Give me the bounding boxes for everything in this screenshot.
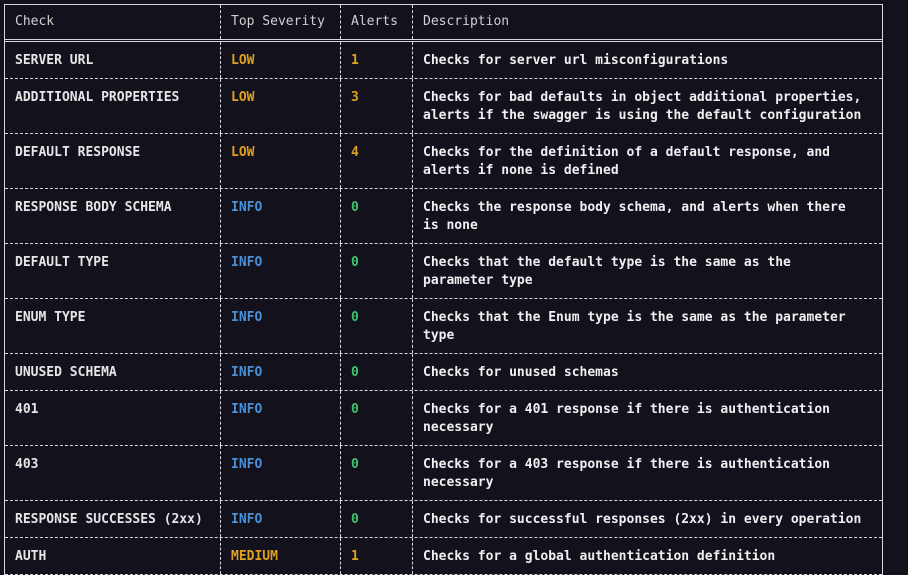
description-cell: Checks the response body schema, and ale… — [412, 189, 882, 243]
severity-cell: INFO — [220, 446, 340, 500]
severity-cell: INFO — [220, 189, 340, 243]
description-cell: Checks for unused schemas — [412, 354, 882, 390]
check-cell: ENUM TYPE — [15, 310, 86, 325]
table-row: UNUSED SCHEMA INFO 0 Checks for unused sche… — [5, 354, 882, 391]
alerts-cell: 1 — [340, 538, 412, 574]
alerts-cell: 1 — [340, 42, 412, 78]
table-row: SERVER URL LOW 1 Checks for server url misc… — [5, 42, 882, 79]
check-cell: AUTH — [15, 549, 47, 564]
check-cell: UNUSED SCHEMA — [15, 365, 117, 380]
description-cell: Checks for a 401 response if there is au… — [412, 391, 882, 445]
alerts-cell: 0 — [340, 189, 412, 243]
description-cell: Checks that the default type is the same… — [412, 244, 882, 298]
alerts-cell: 0 — [340, 391, 412, 445]
table-row: ENUM TYPE INFO 0 Checks that the Enum type … — [5, 299, 882, 354]
alerts-cell: 3 — [340, 79, 412, 133]
severity-cell: INFO — [220, 501, 340, 537]
alerts-cell: 0 — [340, 354, 412, 390]
table-row: ADDITIONAL PROPERTIES LOW 3 Checks for bad … — [5, 79, 882, 134]
table-row: DEFAULT TYPE INFO 0 Checks that the default… — [5, 244, 882, 299]
table-row: DEFAULT RESPONSE LOW 4 Checks for the defin… — [5, 134, 882, 189]
table-row: AUTH MEDIUM 1 Checks for a global authentic… — [5, 538, 882, 575]
check-cell: 403 — [15, 457, 39, 472]
check-cell: 401 — [15, 402, 39, 417]
table-body: SERVER URL LOW 1 Checks for server url misc… — [5, 42, 882, 575]
check-cell: SERVER URL — [15, 53, 94, 68]
alerts-cell: 0 — [340, 446, 412, 500]
description-cell: Checks for server url misconfigurations — [412, 42, 882, 78]
description-cell: Checks that the Enum type is the same as… — [412, 299, 882, 353]
severity-cell: LOW — [220, 42, 340, 78]
description-cell: Checks for the definition of a default r… — [412, 134, 882, 188]
check-cell: DEFAULT RESPONSE — [15, 145, 141, 160]
check-cell: RESPONSE BODY SCHEMA — [15, 200, 172, 215]
header-alerts: Alerts — [340, 5, 412, 39]
severity-cell: LOW — [220, 79, 340, 133]
check-cell: ADDITIONAL PROPERTIES — [15, 90, 180, 105]
alerts-cell: 0 — [340, 299, 412, 353]
severity-cell: INFO — [220, 244, 340, 298]
header-severity: Top Severity — [220, 5, 340, 39]
table-row: RESPONSE SUCCESSES (2xx) INFO 0 Checks for … — [5, 501, 882, 538]
severity-cell: LOW — [220, 134, 340, 188]
table-row: 403 INFO 0 Checks for a 403 response if the… — [5, 446, 882, 501]
alerts-cell: 0 — [340, 244, 412, 298]
alerts-cell: 4 — [340, 134, 412, 188]
header-description: Description — [412, 5, 882, 39]
table-row: RESPONSE BODY SCHEMA INFO 0 Checks the resp… — [5, 189, 882, 244]
checks-table: Check Top Severity Alerts Description SE… — [4, 4, 883, 575]
severity-cell: INFO — [220, 391, 340, 445]
header-check: Check — [15, 14, 55, 29]
alerts-cell: 0 — [340, 501, 412, 537]
description-cell: Checks for a global authentication defin… — [412, 538, 882, 574]
severity-cell: INFO — [220, 354, 340, 390]
table-row: 401 INFO 0 Checks for a 401 response if the… — [5, 391, 882, 446]
severity-cell: INFO — [220, 299, 340, 353]
table-header: Check Top Severity Alerts Description — [5, 5, 882, 42]
severity-cell: MEDIUM — [220, 538, 340, 574]
description-cell: Checks for bad defaults in object additi… — [412, 79, 882, 133]
check-cell: DEFAULT TYPE — [15, 255, 109, 270]
check-cell: RESPONSE SUCCESSES (2xx) — [15, 512, 203, 527]
description-cell: Checks for successful responses (2xx) in… — [412, 501, 882, 537]
description-cell: Checks for a 403 response if there is au… — [412, 446, 882, 500]
